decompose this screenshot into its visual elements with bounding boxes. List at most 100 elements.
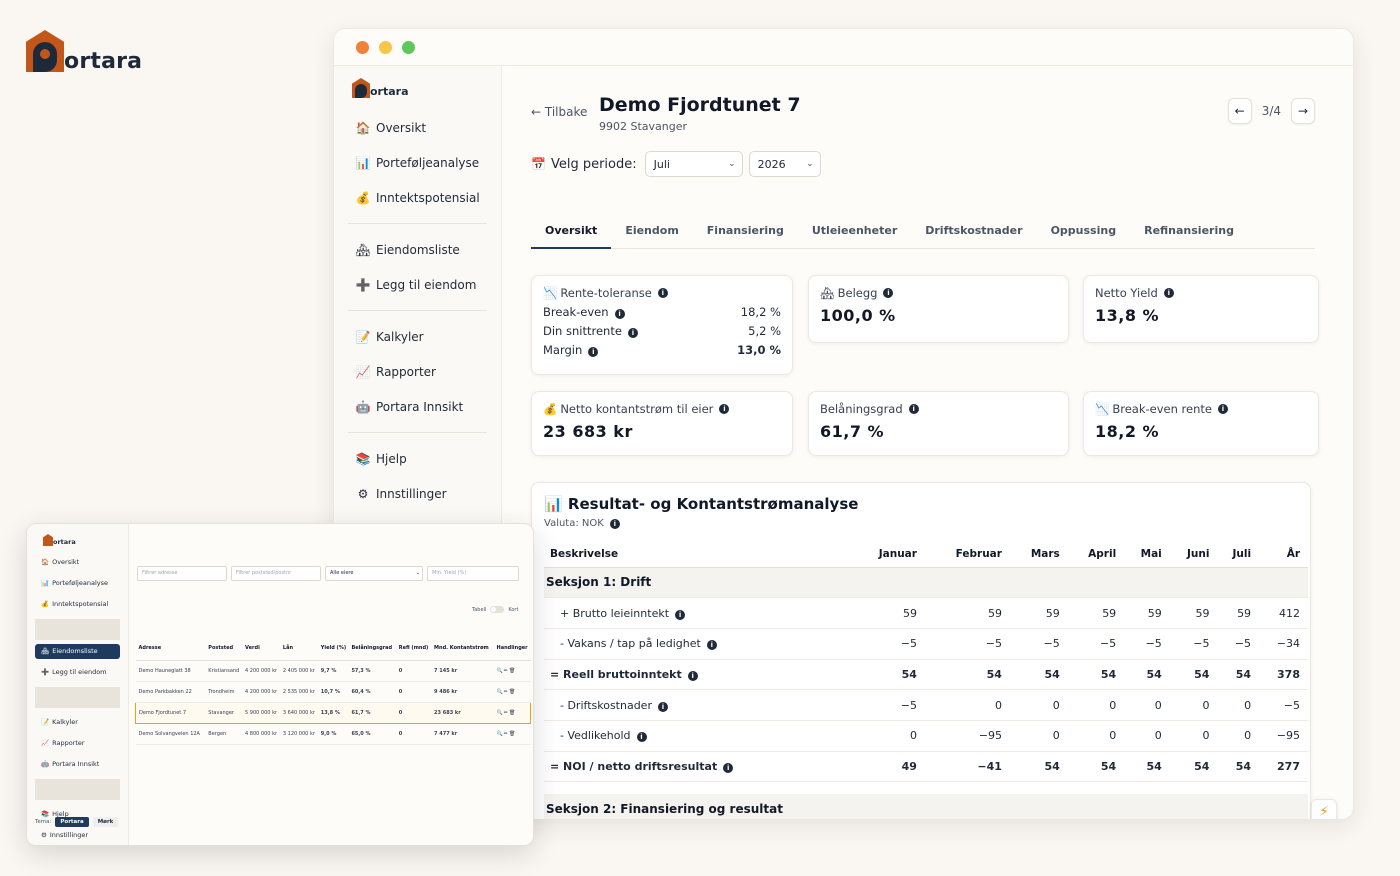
- preview-nav-item-innstillinger[interactable]: ⚙ Innstillinger: [27, 825, 128, 845]
- preview-nav-item-portara-innsikt[interactable]: 🤖 Portara Innsikt: [27, 754, 128, 775]
- tab-driftskostnader[interactable]: Driftskostnader: [911, 220, 1036, 249]
- value-cell: 54: [1217, 659, 1260, 691]
- tab-refinansiering[interactable]: Refinansiering: [1130, 220, 1248, 249]
- value-cell: 59: [924, 597, 1010, 629]
- preview-nav-item-porteføljeanalyse[interactable]: 📊 Porteføljeanalyse: [27, 573, 128, 594]
- min-yield-filter-input[interactable]: Min. Yield (%): [427, 566, 519, 581]
- value-cell: −5: [852, 628, 925, 660]
- table-row[interactable]: Demo Parkbakken 22 Trondheim 4 200 000 kr 2…: [135, 681, 531, 703]
- value-cell: 49: [852, 751, 925, 783]
- tab-oppussing[interactable]: Oppussing: [1037, 220, 1131, 249]
- result-table-header: Beskrivelse Januar Februar Mars April Mai Juni…: [544, 541, 1308, 568]
- info-icon[interactable]: i: [1163, 288, 1174, 298]
- preview-nav-label: Portara Innsikt: [52, 760, 100, 768]
- table-row[interactable]: Demo Fjordtunet 7 Stavanger 5 900 000 kr 3 …: [135, 701, 531, 724]
- address-filter-input[interactable]: Filtrer adresse: [137, 566, 227, 581]
- row-label-cell: = Reell bruttoinntekt i: [544, 659, 853, 691]
- preview-nav-item-rapporter[interactable]: 📈 Rapporter: [27, 733, 128, 754]
- tab-oversikt[interactable]: Oversikt: [531, 220, 612, 249]
- tab-eiendom[interactable]: Eiendom: [611, 220, 692, 249]
- row-label: - Vakans / tap på ledighet: [560, 637, 701, 651]
- card-label: Belegg: [837, 286, 878, 300]
- close-window-button[interactable]: [356, 41, 369, 54]
- delete-icon[interactable]: 🗑: [509, 710, 516, 716]
- view-icon[interactable]: 🔍: [497, 689, 504, 695]
- preview-nav-label: Innstillinger: [49, 831, 89, 839]
- view-icon[interactable]: 🔍: [497, 668, 504, 674]
- tab-utleieenheter[interactable]: Utleieenheter: [798, 220, 911, 249]
- info-icon[interactable]: i: [609, 518, 620, 529]
- info-icon[interactable]: i: [636, 732, 647, 743]
- tab-finansiering[interactable]: Finansiering: [693, 220, 798, 249]
- sidebar-logo[interactable]: ortara: [352, 76, 501, 98]
- info-icon[interactable]: i: [588, 347, 599, 357]
- sidebar-item-hjelp[interactable]: 📚 Hjelp: [334, 441, 501, 476]
- preview-nav-item-kalkyler[interactable]: 📝 Kalkyler: [27, 712, 128, 733]
- actions-cell: 🔍✏🗑: [493, 723, 531, 745]
- back-link[interactable]: ← Tilbake: [531, 105, 587, 119]
- preview-nav-item-oversikt[interactable]: 🏠 Oversikt: [27, 552, 128, 573]
- info-icon[interactable]: i: [706, 640, 717, 651]
- view-toggle-switch[interactable]: [490, 606, 505, 613]
- year-select-value: 2026: [757, 157, 786, 171]
- portara-logo-icon: [26, 30, 64, 74]
- sidebar-item-rapporter[interactable]: 📈 Rapporter: [334, 354, 501, 389]
- info-icon[interactable]: i: [883, 288, 894, 298]
- sidebar-item-innstillinger[interactable]: ⚙ Innstillinger: [334, 476, 501, 511]
- value-cell: 59: [852, 597, 925, 629]
- preview-nav-item-inntektspotensial[interactable]: 💰 Inntektspotensial: [27, 594, 128, 615]
- preview-nav-item-eiendomsliste[interactable]: 🏘 Eiendomsliste: [35, 644, 120, 659]
- owner-filter-select[interactable]: Alle eiere ⌄: [325, 566, 423, 581]
- maximize-window-button[interactable]: [402, 41, 415, 54]
- nav-divider: [348, 223, 487, 224]
- info-icon[interactable]: i: [657, 288, 668, 298]
- value-cell: 59: [1217, 597, 1260, 629]
- sidebar-item-porteføljeanalyse[interactable]: 📊 Porteføljeanalyse: [334, 145, 501, 180]
- preview-nav-label: Kalkyler: [52, 718, 78, 726]
- card-label: Netto kontantstrøm til eier: [560, 402, 714, 416]
- view-icon[interactable]: 🔍: [497, 731, 504, 737]
- lan-cell: 2 535 000 kr: [279, 681, 318, 703]
- poststed-filter-input[interactable]: Filtrer poststed/postnr: [231, 566, 321, 581]
- info-icon[interactable]: i: [1217, 404, 1228, 414]
- info-icon[interactable]: i: [723, 762, 734, 773]
- sidebar-item-legg-til-eiendom[interactable]: ➕ Legg til eiendom: [334, 267, 501, 302]
- belaningsgrad-cell: 57,3 %: [348, 660, 396, 682]
- preview-nav-item-legg-til-eiendom[interactable]: ➕ Legg til eiendom: [27, 662, 128, 683]
- sidebar-item-inntektspotensial[interactable]: 💰 Inntektspotensial: [334, 180, 501, 215]
- info-icon[interactable]: i: [675, 609, 686, 620]
- lightning-icon[interactable]: ⚡: [1311, 799, 1337, 819]
- view-icon[interactable]: 🔍: [497, 710, 504, 716]
- delete-icon[interactable]: 🗑: [509, 668, 516, 674]
- sidebar-item-oversikt[interactable]: 🏠 Oversikt: [334, 110, 501, 145]
- info-icon[interactable]: i: [687, 670, 698, 681]
- table-row[interactable]: Demo Solvangveien 12A Bergen 4 800 000 kr 3…: [135, 723, 531, 745]
- year-select[interactable]: 2026 ⌄: [748, 151, 821, 177]
- sidebar-item-eiendomsliste[interactable]: 🏘 Eiendomsliste: [334, 232, 501, 267]
- delete-icon[interactable]: 🗑: [509, 731, 516, 737]
- theme-dark-button[interactable]: Mørk: [92, 817, 119, 827]
- info-icon[interactable]: i: [657, 701, 668, 712]
- prev-property-button[interactable]: ←: [1227, 98, 1252, 124]
- next-property-button[interactable]: →: [1291, 98, 1315, 124]
- delete-icon[interactable]: 🗑: [509, 689, 516, 695]
- table-row[interactable]: Demo Hauneglatt 38 Kristiansand 4 200 000 …: [135, 660, 531, 682]
- sidebar-item-kalkyler[interactable]: 📝 Kalkyler: [334, 319, 501, 354]
- row-label: - Driftskostnader: [560, 698, 652, 712]
- info-icon[interactable]: i: [627, 328, 638, 338]
- theme-portara-button[interactable]: Portara: [55, 817, 89, 827]
- info-icon[interactable]: i: [614, 309, 625, 319]
- value-cell: 54: [1124, 751, 1170, 783]
- yield-cell: 13,8 %: [317, 701, 349, 724]
- minimize-window-button[interactable]: [379, 41, 392, 54]
- sidebar-item-portara-innsikt[interactable]: 🤖 Portara Innsikt: [334, 389, 501, 424]
- info-icon[interactable]: i: [719, 404, 730, 414]
- info-icon[interactable]: i: [908, 404, 919, 414]
- verdi-cell: 4 200 000 kr: [242, 681, 280, 703]
- chart-decreasing-icon: 📉: [1095, 402, 1110, 416]
- row-label: = Reell bruttoinntekt: [550, 667, 682, 681]
- sidebar-item-label: Portara Innsikt: [376, 399, 464, 414]
- refi-cell: 0: [395, 660, 432, 682]
- value-cell: 54: [1067, 659, 1125, 691]
- month-select[interactable]: Juli ⌄: [644, 151, 743, 177]
